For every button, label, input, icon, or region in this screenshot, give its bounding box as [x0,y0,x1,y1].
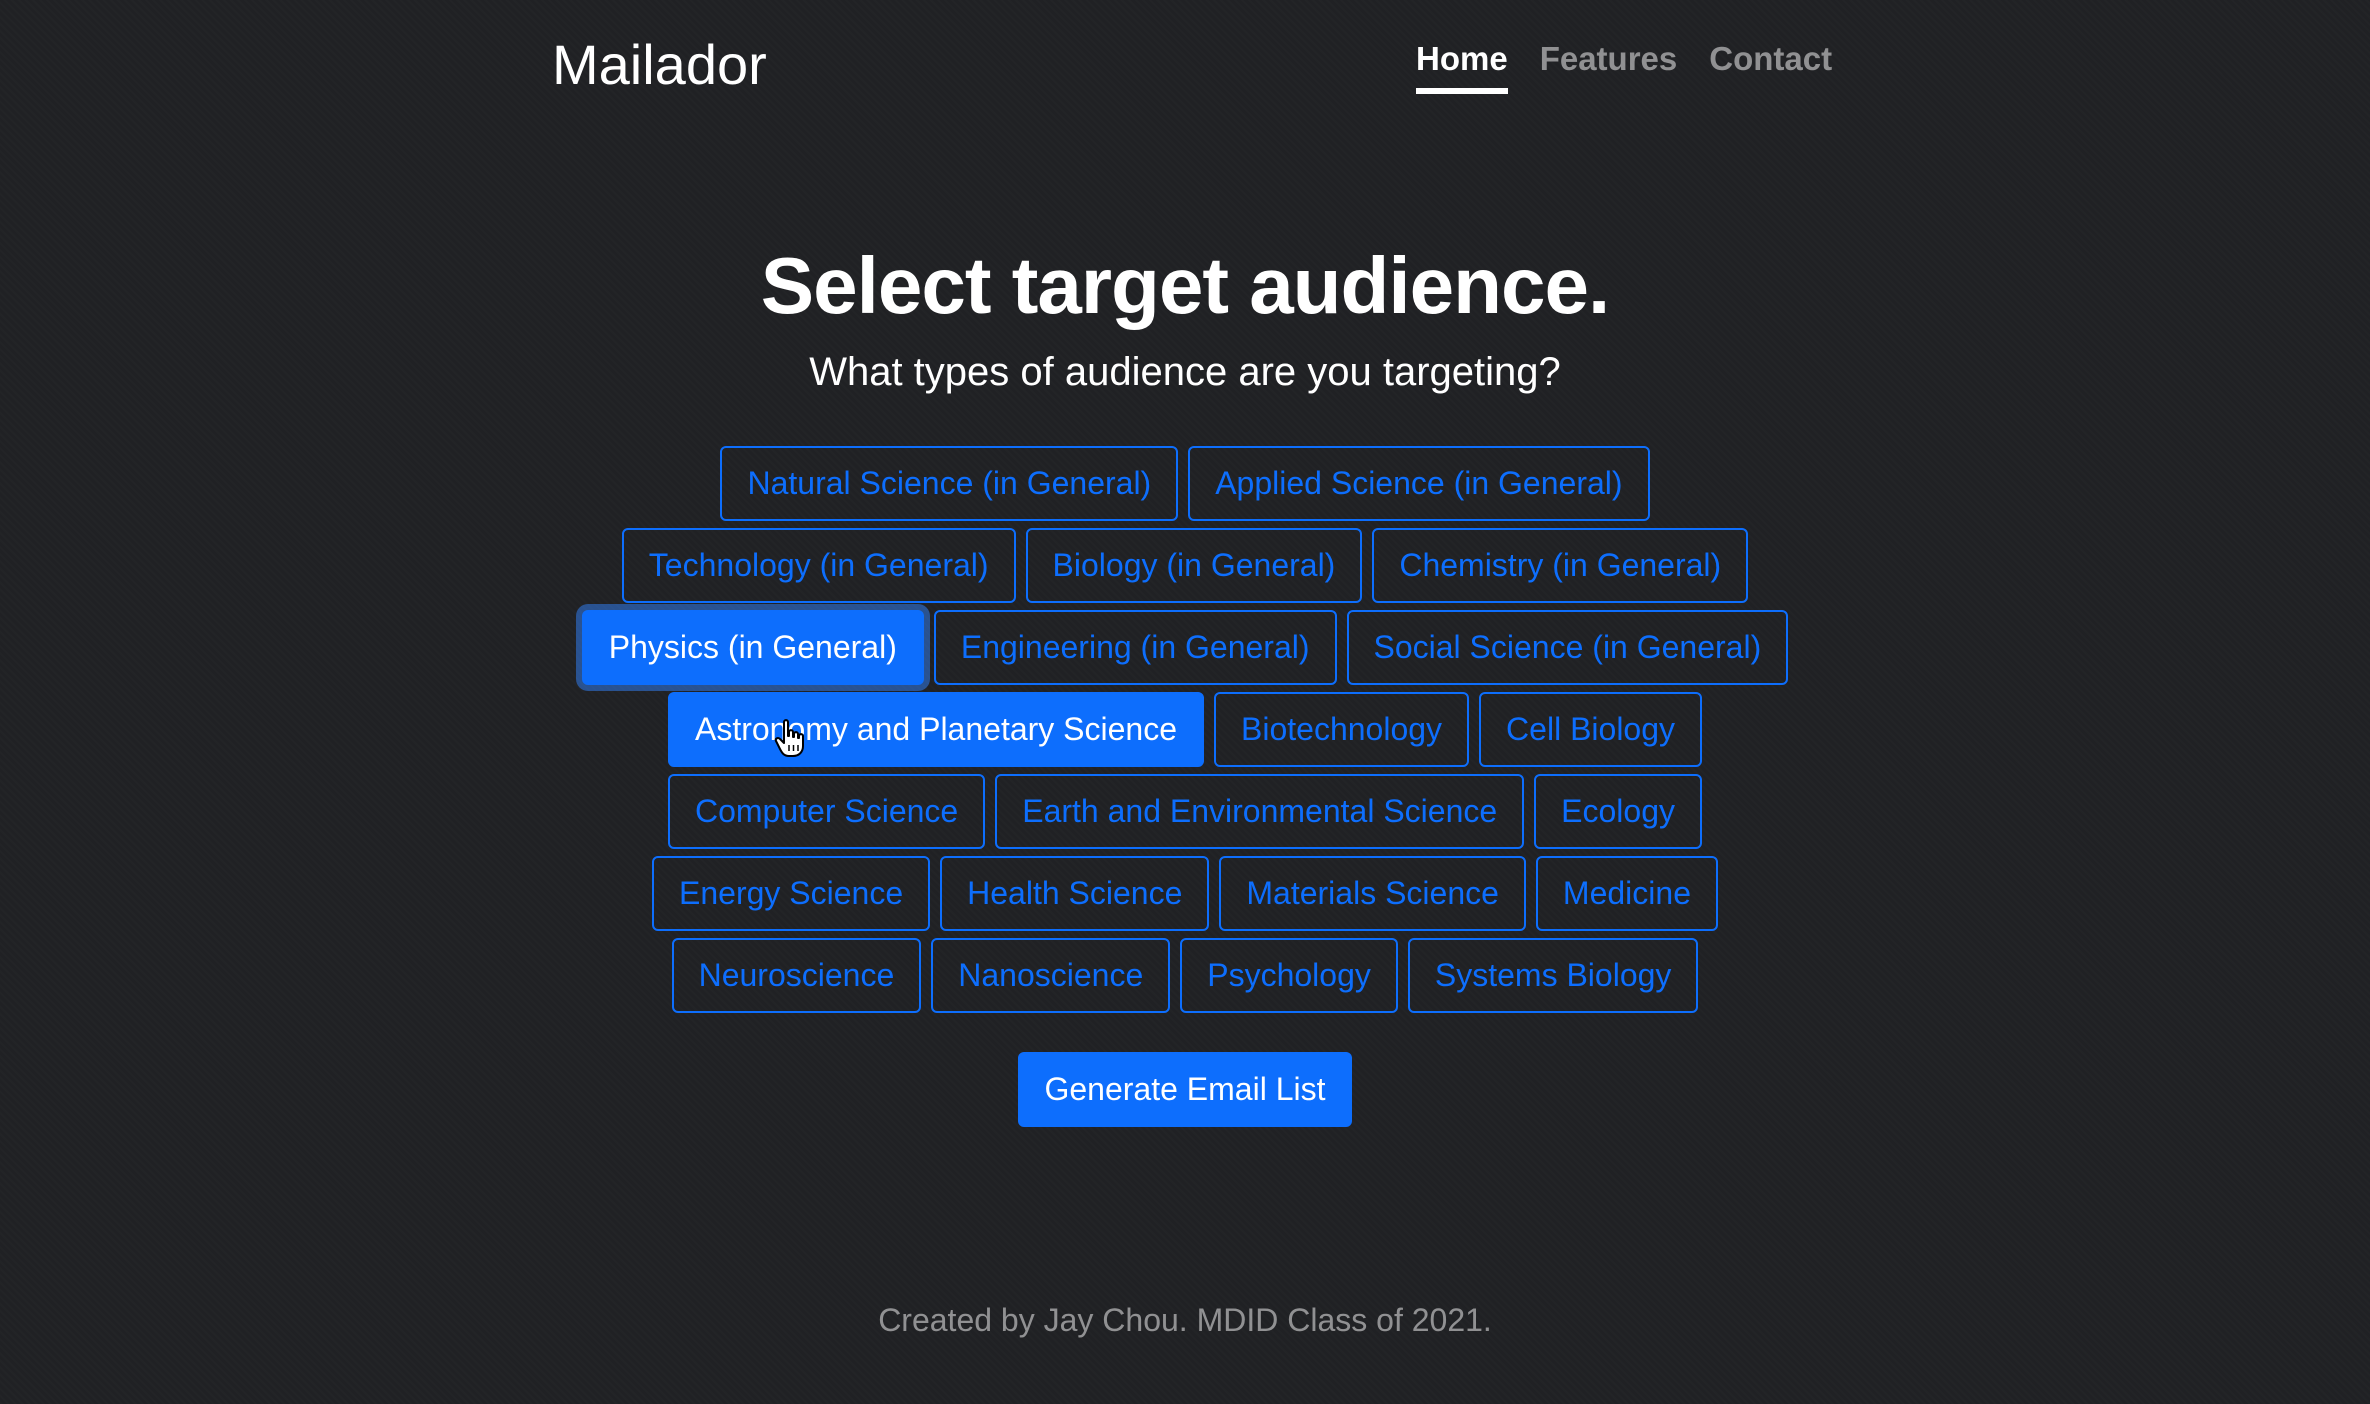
generate-email-list-button[interactable]: Generate Email List [1018,1052,1352,1127]
footer-credit: Created by Jay Chou. MDID Class of 2021. [878,1302,1492,1338]
audience-option[interactable]: Chemistry (in General) [1372,528,1749,603]
audience-option[interactable]: Social Science (in General) [1346,610,1789,685]
audience-option[interactable]: Biology (in General) [1025,528,1363,603]
audience-option[interactable]: Technology (in General) [621,528,1016,603]
audience-row: Energy Science Health Science Materials … [652,856,1718,931]
audience-option[interactable]: Health Science [940,856,1210,931]
audience-option[interactable]: Ecology [1534,774,1702,849]
audience-option[interactable]: Natural Science (in General) [720,446,1179,521]
hand-pointer-icon [774,719,804,757]
page-title: Select target audience. [760,241,1610,330]
audience-options: Natural Science (in General) Applied Sci… [0,446,2370,1013]
audience-option[interactable]: Biotechnology [1214,692,1470,767]
nav-contact[interactable]: Contact [1709,40,1832,94]
nav-links: Home Features Contact [1416,40,1832,94]
audience-row: Technology (in General) Biology (in Gene… [621,528,1749,603]
generate-container: Generate Email List [0,1052,2370,1127]
audience-option[interactable]: Energy Science [652,856,931,931]
audience-option[interactable]: Earth and Environmental Science [995,774,1525,849]
audience-row: Natural Science (in General) Applied Sci… [720,446,1650,521]
audience-option[interactable]: Computer Science [667,774,986,849]
brand-logo[interactable]: Mailador [552,32,767,97]
audience-option[interactable]: Psychology [1180,938,1398,1013]
audience-option[interactable]: Nanoscience [931,938,1171,1013]
hero-section: Select target audience. What types of au… [0,240,2370,395]
nav-features[interactable]: Features [1540,40,1678,94]
audience-option[interactable]: Materials Science [1219,856,1526,931]
audience-option[interactable]: Physics (in General) [581,610,924,685]
audience-option[interactable]: Cell Biology [1479,692,1703,767]
audience-row: Physics (in General) Engineering (in Gen… [581,610,1789,685]
nav-home[interactable]: Home [1416,40,1508,94]
navbar: Mailador Home Features Contact [0,0,2370,140]
audience-row: Neuroscience Nanoscience Psychology Syst… [671,938,1699,1013]
page-subtitle: What types of audience are you targeting… [809,350,1561,394]
audience-row: Computer Science Earth and Environmental… [667,774,1702,849]
audience-option[interactable]: Applied Science (in General) [1188,446,1650,521]
audience-option[interactable]: Engineering (in General) [933,610,1337,685]
audience-row: Astronomy and Planetary Science Biotechn… [667,692,1703,767]
audience-option[interactable]: Neuroscience [671,938,922,1013]
audience-option[interactable]: Medicine [1535,856,1718,931]
audience-option[interactable]: Astronomy and Planetary Science [667,692,1205,767]
audience-option[interactable]: Systems Biology [1407,938,1699,1013]
